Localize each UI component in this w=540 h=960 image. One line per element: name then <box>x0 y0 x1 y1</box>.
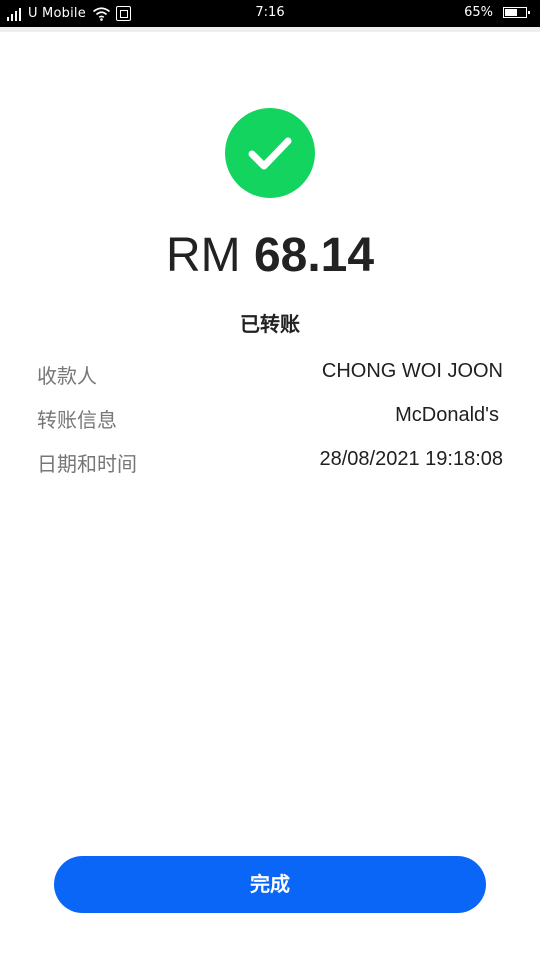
detail-value: CHONG WOI JOON <box>321 360 503 382</box>
battery-percent: 65% <box>464 5 493 20</box>
header-divider <box>0 27 540 32</box>
battery-level <box>505 9 518 16</box>
success-check-icon <box>225 108 315 198</box>
detail-label: 日期和时间 <box>37 452 137 476</box>
done-button[interactable]: 完成 <box>54 856 486 913</box>
detail-row-datetime: 日期和时间 28/08/2021 19:18:08 <box>37 448 503 476</box>
status-bar-right: 65% <box>464 5 530 20</box>
status-bar: U Mobile 7:16 65% <box>0 0 540 27</box>
detail-value: McDonald's <box>395 404 499 426</box>
detail-label: 收款人 <box>37 364 97 388</box>
status-time: 7:16 <box>255 5 285 20</box>
transfer-status: 已转账 <box>240 312 300 336</box>
transfer-amount: RM 68.14 <box>0 228 540 283</box>
battery-icon <box>503 7 530 18</box>
detail-row-reference: 转账信息 McDonald's <box>37 404 503 432</box>
amount-value: 68.14 <box>253 229 375 282</box>
detail-row-recipient: 收款人 CHONG WOI JOON <box>37 360 503 388</box>
detail-value: 28/08/2021 19:18:08 <box>319 448 503 470</box>
detail-label: 转账信息 <box>37 408 117 432</box>
amount-currency: RM <box>165 229 241 282</box>
